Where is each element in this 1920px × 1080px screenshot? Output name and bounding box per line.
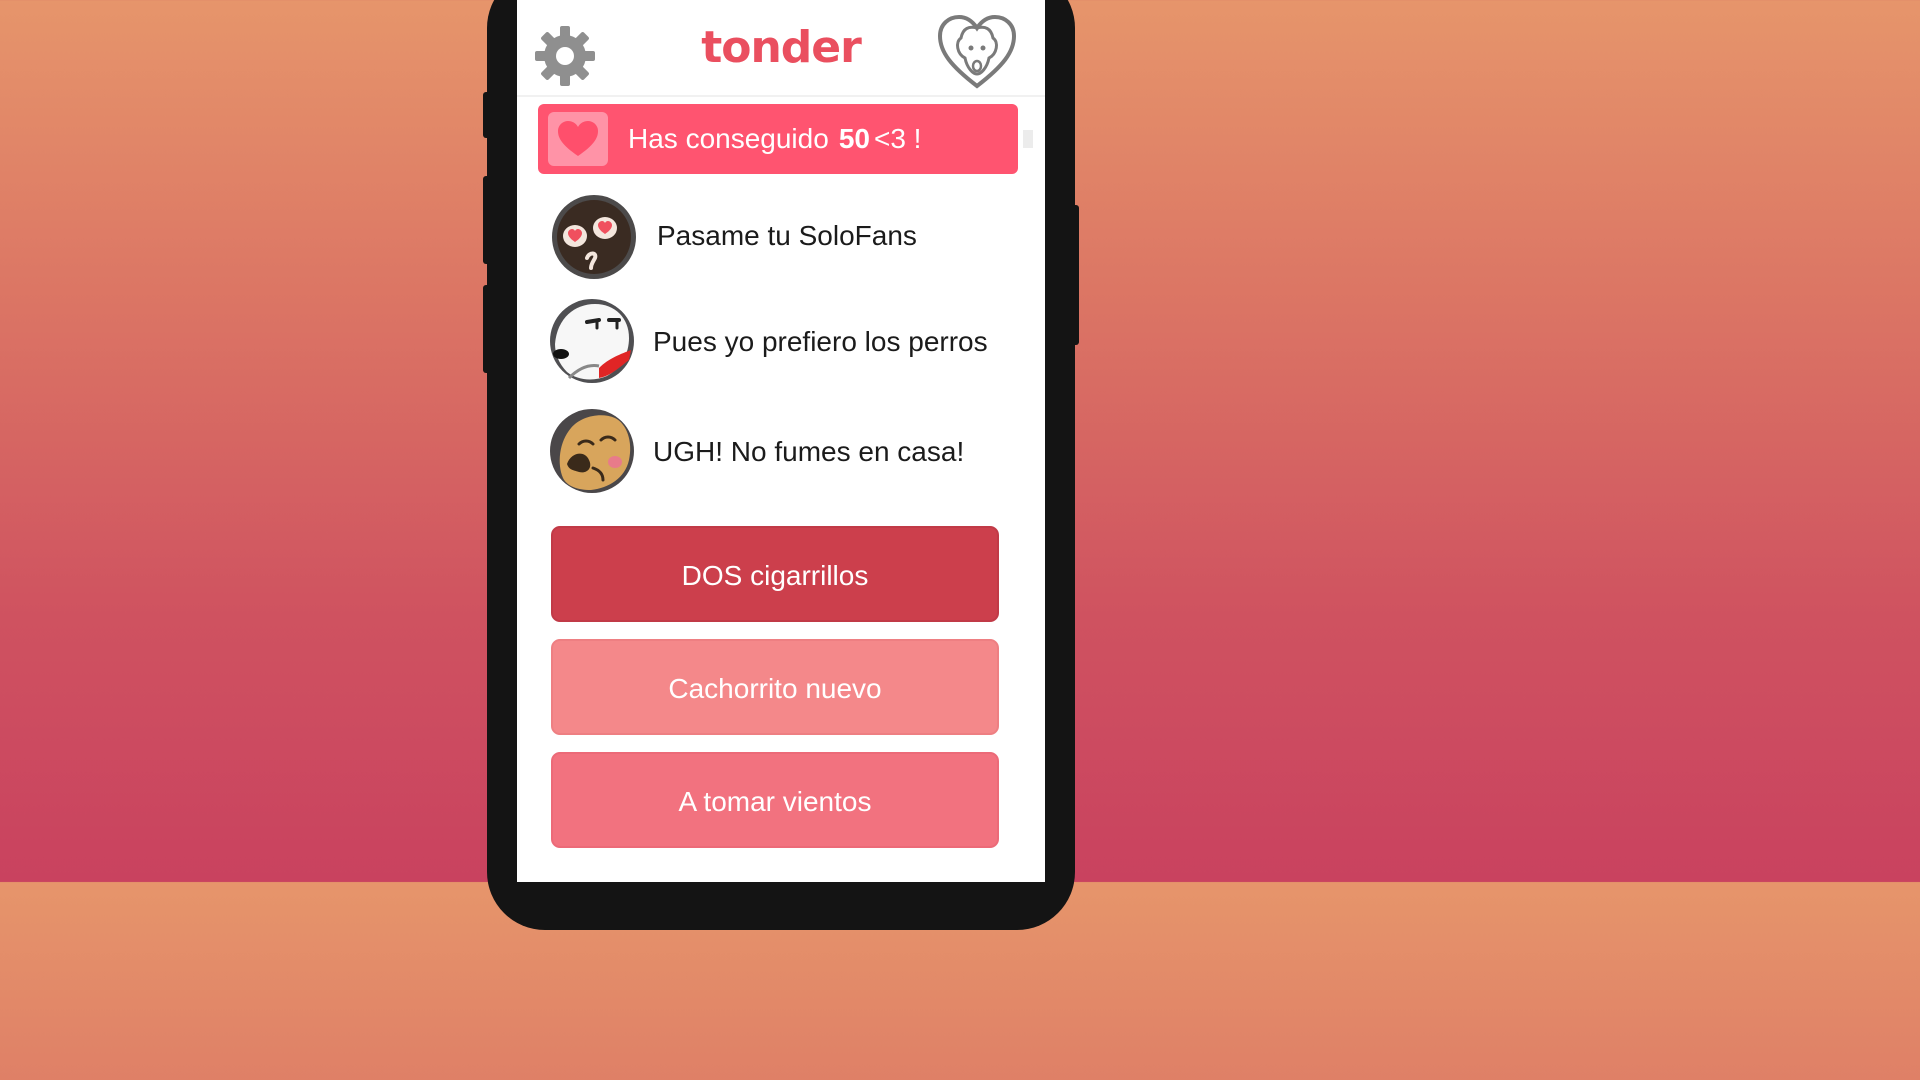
- message-text: Pues yo prefiero los perros: [653, 326, 988, 357]
- option-button-a-tomar-vientos[interactable]: A tomar vientos: [551, 752, 999, 848]
- points-text: Has conseguido 50 <3 !: [628, 104, 921, 174]
- heart-badge: [548, 112, 608, 166]
- points-value: 50: [838, 123, 870, 154]
- dog-face-icon: [550, 299, 634, 383]
- phone-side-button: [483, 92, 491, 138]
- option-button-dos-cigarrillos[interactable]: DOS cigarrillos: [551, 526, 999, 622]
- heart-eyes-face-icon: [552, 195, 636, 279]
- app-header: tonder: [517, 0, 1045, 97]
- llama-face-icon: [550, 409, 634, 493]
- phone-power-button: [1071, 205, 1079, 345]
- llama-heart-profile-icon[interactable]: [937, 14, 1017, 90]
- points-banner: Has conseguido 50 <3 !: [538, 104, 1018, 174]
- message-row: UGH! No fumes en casa!: [517, 406, 1045, 496]
- message-text: UGH! No fumes en casa!: [653, 436, 965, 467]
- message-row: Pues yo prefiero los perros: [517, 296, 1045, 386]
- message-row: Pasame tu SoloFans: [517, 192, 1045, 282]
- option-button-cachorrito-nuevo[interactable]: Cachorrito nuevo: [551, 639, 999, 735]
- banner-edge: [1023, 130, 1033, 148]
- points-prefix: Has conseguido: [628, 123, 829, 154]
- app-screen: tonder Has conseguido 50 <3 ! Pasame tu …: [517, 0, 1045, 882]
- phone-volume-down-button: [483, 285, 491, 373]
- message-text: Pasame tu SoloFans: [657, 220, 917, 251]
- points-suffix: <3 !: [873, 123, 922, 154]
- phone-volume-up-button: [483, 176, 491, 264]
- heart-icon: [558, 121, 598, 156]
